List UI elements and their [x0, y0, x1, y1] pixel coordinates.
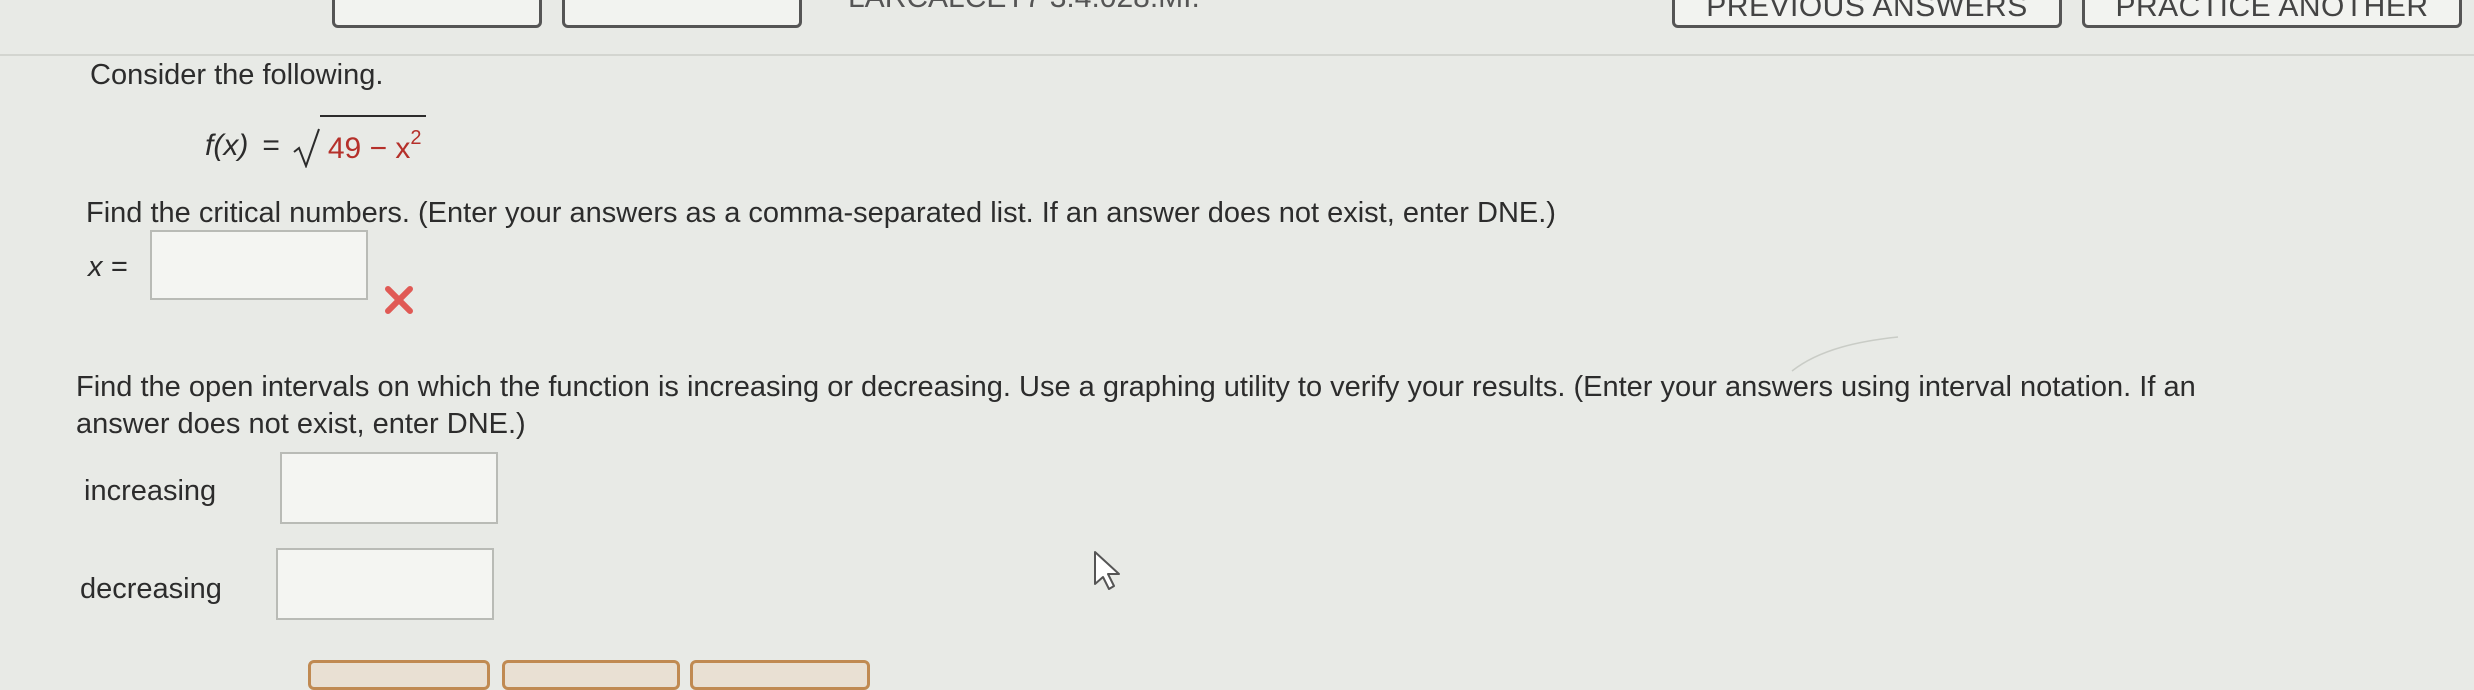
radicand-expression: 49 − x [327, 132, 411, 165]
increasing-input[interactable] [280, 452, 498, 524]
bottom-button-2[interactable] [502, 660, 680, 690]
intervals-prompt-line2: answer does not exist, enter DNE.) [76, 408, 526, 440]
previous-answers-button[interactable]: PREVIOUS ANSWERS [1672, 0, 2062, 28]
critical-numbers-prompt: Find the critical numbers. (Enter your a… [86, 197, 1556, 229]
bottom-button-3[interactable] [690, 660, 870, 690]
equals-sign: = [262, 129, 280, 162]
critical-numbers-input[interactable] [150, 230, 368, 300]
function-lhs: f(x) [205, 129, 249, 162]
toolbar-button-left-2[interactable] [562, 0, 802, 28]
bottom-button-1[interactable] [308, 660, 490, 690]
assignment-code: LARCALCET7 3.4.028.MI. [848, 0, 1200, 18]
top-toolbar: LARCALCET7 3.4.028.MI. PREVIOUS ANSWERS … [0, 0, 2474, 60]
radicand: 49 − x2 [319, 115, 426, 168]
toolbar-button-left-1[interactable] [332, 0, 542, 28]
problem-intro: Consider the following. [90, 59, 384, 91]
intervals-prompt-line1: Find the open intervals on which the fun… [76, 371, 2196, 403]
increasing-label: increasing [84, 475, 217, 507]
x-mark-icon [385, 286, 413, 314]
decreasing-label: decreasing [80, 573, 222, 605]
square-root: 49 − x2 [292, 115, 426, 168]
decreasing-input[interactable] [276, 548, 494, 620]
function-formula: f(x) = 49 − x2 [205, 115, 426, 168]
radicand-exponent: 2 [410, 127, 422, 149]
practice-another-button[interactable]: PRACTICE ANOTHER [2082, 0, 2462, 28]
square-root-icon [293, 128, 320, 168]
mouse-pointer-icon [1094, 551, 1120, 590]
x-equals-label: x = [88, 251, 128, 283]
